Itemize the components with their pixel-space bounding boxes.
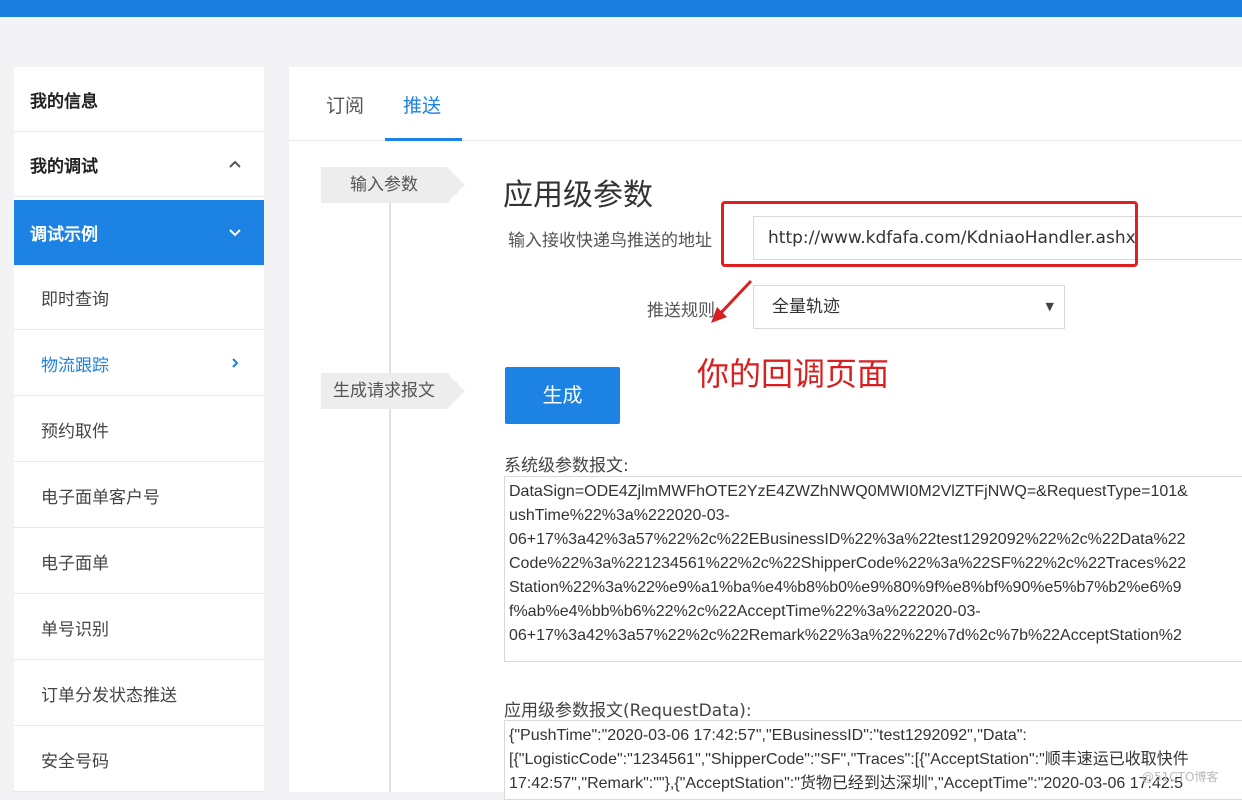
generate-button[interactable]: 生成 bbox=[505, 367, 620, 424]
app-params-textarea[interactable]: {"PushTime":"2020-03-06 17:42:57","EBusi… bbox=[504, 720, 1242, 800]
sidebar-item-number-recognition[interactable]: 单号识别 bbox=[14, 595, 264, 660]
push-rule-label: 推送规则 bbox=[647, 301, 715, 321]
sidebar-item-label: 单号识别 bbox=[41, 619, 109, 640]
sidebar-item-waybill-account[interactable]: 电子面单客户号 bbox=[14, 463, 264, 528]
sidebar-item-label: 调试示例 bbox=[30, 225, 98, 245]
sidebar-item-order-dispatch-push[interactable]: 订单分发状态推送 bbox=[14, 661, 264, 726]
watermark: @51CTO博客 bbox=[1142, 770, 1219, 784]
callback-highlight-box bbox=[721, 201, 1138, 267]
sidebar-item-label: 即时查询 bbox=[41, 289, 109, 310]
chevron-down-icon bbox=[229, 228, 241, 236]
sidebar-item-logistics-tracking[interactable]: 物流跟踪 bbox=[14, 331, 264, 396]
push-rule-select[interactable]: 全量轨迹 ▼ bbox=[753, 285, 1065, 329]
sidebar: 我的信息 我的调试 调试示例 即时查询 物流跟踪 预约取件 电子面单客户号 电子… bbox=[14, 67, 264, 792]
tab-push[interactable]: 推送 bbox=[403, 91, 441, 118]
sidebar-item-secure-number[interactable]: 安全号码 bbox=[14, 727, 264, 792]
section-title: 应用级参数 bbox=[503, 178, 653, 213]
system-params-textarea[interactable]: DataSign=ODE4ZjlmMWFhOTE2YzE4ZWZhNWQ0MWI… bbox=[504, 476, 1242, 662]
sidebar-item-instant-query[interactable]: 即时查询 bbox=[14, 265, 264, 330]
dropdown-arrow-icon: ▼ bbox=[1045, 300, 1054, 313]
step-generate-request: 生成请求报文 bbox=[321, 373, 465, 409]
sidebar-item-label: 我的调试 bbox=[30, 156, 98, 177]
chevron-right-icon bbox=[232, 358, 239, 368]
active-tab-indicator bbox=[385, 138, 462, 141]
step-timeline bbox=[389, 171, 391, 792]
url-label: 输入接收快递鸟推送的地址 bbox=[508, 231, 712, 251]
sidebar-item-my-debug[interactable]: 我的调试 bbox=[14, 132, 264, 197]
sidebar-item-label: 电子面单客户号 bbox=[41, 487, 160, 508]
sidebar-item-label: 订单分发状态推送 bbox=[41, 685, 177, 706]
top-bar bbox=[0, 0, 1242, 17]
sidebar-item-label: 电子面单 bbox=[41, 553, 109, 574]
tab-subscribe[interactable]: 订阅 bbox=[326, 91, 364, 118]
main-panel: 订阅 推送 输入参数 生成请求报文 应用级参数 输入接收快递鸟推送的地址 htt… bbox=[289, 67, 1242, 800]
tab-bar: 订阅 推送 bbox=[289, 67, 1242, 141]
app-params-label: 应用级参数报文(RequestData): bbox=[504, 701, 752, 721]
sidebar-item-label: 我的信息 bbox=[30, 91, 98, 112]
sidebar-item-pickup[interactable]: 预约取件 bbox=[14, 397, 264, 462]
sidebar-item-my-info[interactable]: 我的信息 bbox=[14, 67, 264, 132]
red-arrow-icon bbox=[711, 279, 753, 323]
chevron-up-icon bbox=[229, 160, 241, 168]
sidebar-item-label: 物流跟踪 bbox=[41, 355, 109, 376]
sidebar-item-label: 安全号码 bbox=[41, 751, 109, 772]
system-params-label: 系统级参数报文: bbox=[504, 456, 629, 476]
step-input-params: 输入参数 bbox=[321, 167, 465, 203]
sidebar-item-debug-examples[interactable]: 调试示例 bbox=[14, 200, 264, 265]
sidebar-item-label: 预约取件 bbox=[41, 421, 109, 442]
push-rule-value: 全量轨迹 bbox=[772, 297, 840, 317]
callback-annotation: 你的回调页面 bbox=[697, 355, 890, 393]
sidebar-item-waybill[interactable]: 电子面单 bbox=[14, 529, 264, 594]
